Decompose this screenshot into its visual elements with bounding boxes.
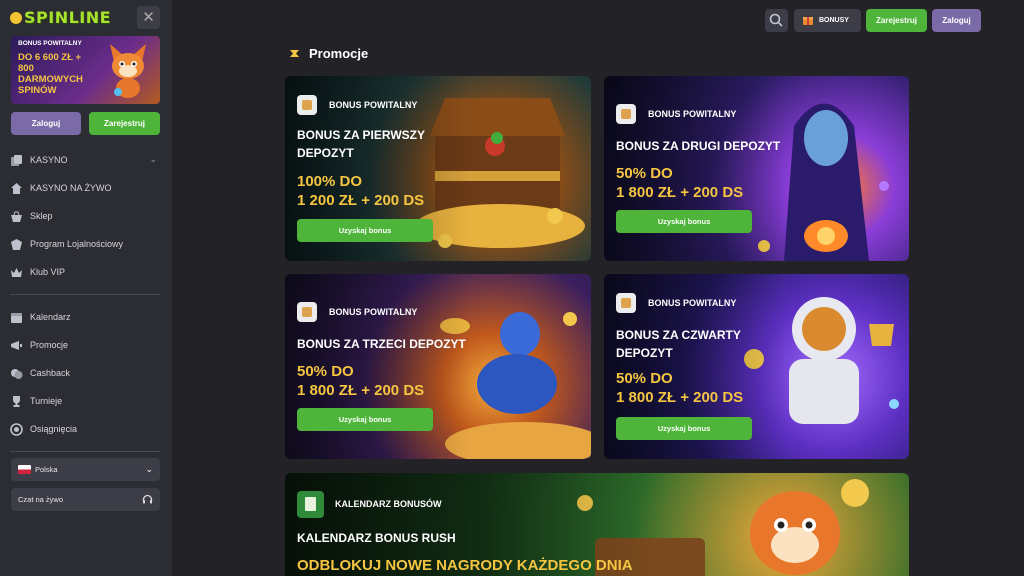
crown-icon: [11, 267, 22, 277]
sidebar-item-label: Klub VIP: [30, 267, 66, 277]
card-title: BONUS ZA TRZECI DEPOZYT: [297, 337, 466, 351]
fox-mascot-icon: [110, 44, 146, 98]
card-subtitle: ODBLOKUJ NOWE NAGRODY KAŻDEGO DNIA: [297, 557, 633, 574]
brand-logo[interactable]: SPINLINE: [10, 8, 111, 27]
sidebar-item-label: Sklep: [30, 211, 53, 221]
card-badge: BONUS POWITALNY: [329, 100, 418, 110]
sidebar-item-vip[interactable]: Klub VIP: [10, 258, 160, 286]
sidebar-divider: [10, 451, 160, 452]
sidebar-divider: [10, 294, 160, 295]
sidebar-item-promotions[interactable]: Promocje: [10, 331, 160, 359]
sidebar-item-achievements[interactable]: Osiągnięcia: [10, 415, 160, 443]
sidebar-register-button[interactable]: Zarejestruj: [89, 112, 160, 135]
sidebar-item-loyalty[interactable]: Program Lojalnościowy: [10, 230, 160, 258]
header-login-button[interactable]: Zaloguj: [932, 9, 981, 32]
promo-card: BONUS POWITALNY BONUS ZA DRUGI DEPOZYT 5…: [604, 76, 909, 261]
close-icon: ✕: [142, 9, 155, 26]
promo-card: BONUS POWITALNY BONUS ZA CZWARTY DEPOZYT…: [604, 274, 909, 459]
sidebar-item-live-casino[interactable]: KASYNO NA ŻYWO: [10, 174, 160, 202]
calendar-icon: [11, 312, 22, 323]
sidebar-item-label: Program Lojalnościowy: [30, 239, 124, 249]
card-badge: BONUS POWITALNY: [648, 298, 737, 308]
sidebar-auth: Zaloguj Zarejestruj: [11, 112, 160, 135]
promo-card: BONUS POWITALNY BONUS ZA TRZECI DEPOZYT …: [285, 274, 591, 459]
live-casino-icon: [11, 182, 22, 194]
language-select[interactable]: Polska ⌄: [11, 458, 160, 481]
sidebar-item-shop[interactable]: Sklep: [10, 202, 160, 230]
card-title: BONUS ZA DRUGI DEPOZYT: [616, 139, 781, 153]
chevron-down-icon: ⌄: [145, 464, 153, 474]
sidebar-item-label: Promocje: [30, 340, 69, 350]
card-amount-line2: 1 200 ZŁ + 200 DS: [297, 192, 425, 209]
get-bonus-button[interactable]: Uzyskaj bonus: [616, 210, 752, 233]
get-bonus-button[interactable]: Uzyskaj bonus: [297, 408, 433, 431]
gift-badge-icon: [616, 104, 636, 124]
card-amount-line1: 50% DO: [297, 363, 354, 380]
card-amount-line2: 1 800 ZŁ + 200 DS: [616, 184, 744, 201]
bonuses-label: BONUSY: [819, 17, 849, 24]
headset-icon: [142, 494, 153, 504]
sidebar-item-cashback[interactable]: Cashback: [10, 359, 160, 387]
search-button[interactable]: [765, 9, 788, 32]
sidebar-menu: KASYNO ⌄ KASYNO NA ŻYWO Sklep Program Lo…: [10, 146, 160, 460]
card-badge: KALENDARZ BONUSÓW: [335, 499, 442, 509]
achievements-icon: [10, 422, 23, 436]
get-bonus-button[interactable]: Uzyskaj bonus: [616, 417, 752, 440]
chevron-down-icon: ⌄: [149, 154, 157, 164]
promo-ticket-icon: [290, 50, 299, 57]
card-title: BONUS ZA PIERWSZY DEPOZYT: [297, 128, 425, 160]
sidebar-item-label: Osiągnięcia: [30, 424, 78, 434]
banner-offer: DO 6 600 ZŁ + 800 DARMOWYCH SPINÓW: [18, 52, 83, 96]
calendar-badge-icon: [297, 491, 324, 518]
live-chat-button[interactable]: Czat na żywo: [11, 488, 160, 511]
card-amount-line2: 1 800 ZŁ + 200 DS: [616, 389, 744, 406]
shop-icon: [11, 211, 22, 222]
card-amount-line1: 50% DO: [616, 370, 673, 387]
search-icon: [769, 13, 783, 27]
poland-flag-icon: [18, 465, 31, 474]
card-title: KALENDARZ BONUS RUSH: [297, 531, 456, 545]
gift-badge-icon: [297, 302, 317, 322]
close-sidebar-button[interactable]: ✕: [137, 6, 160, 29]
sidebar-item-label: Cashback: [30, 368, 71, 378]
bonus-calendar-card[interactable]: KALENDARZ BONUSÓW KALENDARZ BONUS RUSH O…: [285, 473, 909, 576]
card-amount-line2: 1 800 ZŁ + 200 DS: [297, 382, 425, 399]
sidebar-item-tournaments[interactable]: Turnieje: [10, 387, 160, 415]
language-label: Polska: [35, 465, 58, 474]
card-amount-line1: 50% DO: [616, 165, 673, 182]
sidebar-item-casino[interactable]: KASYNO ⌄: [10, 146, 160, 174]
cards-icon: [11, 154, 22, 166]
card-badge: BONUS POWITALNY: [329, 307, 418, 317]
cashback-icon: [11, 368, 23, 379]
card-badge: BONUS POWITALNY: [648, 109, 737, 119]
sidebar-item-label: Kalendarz: [30, 312, 71, 322]
sidebar: SPINLINE ✕ BONUS POWITALNY DO 6 600 ZŁ +…: [0, 0, 172, 576]
trophy-icon: [13, 395, 20, 407]
gift-badge-icon: [297, 95, 317, 115]
sidebar-item-label: KASYNO: [30, 155, 68, 165]
promo-icon: [11, 340, 22, 350]
bonuses-button[interactable]: BONUSY: [794, 9, 861, 32]
sidebar-item-label: Turnieje: [30, 396, 63, 406]
sidebar-item-calendar[interactable]: Kalendarz: [10, 303, 160, 331]
card-title: BONUS ZA CZWARTY DEPOZYT: [616, 328, 741, 360]
chat-label: Czat na żywo: [18, 495, 64, 504]
sidebar-login-button[interactable]: Zaloguj: [11, 112, 81, 135]
welcome-bonus-banner[interactable]: BONUS POWITALNY DO 6 600 ZŁ + 800 DARMOW…: [11, 36, 160, 104]
sidebar-item-label: KASYNO NA ŻYWO: [30, 183, 112, 193]
get-bonus-button[interactable]: Uzyskaj bonus: [297, 219, 433, 242]
header-register-button[interactable]: Zarejestruj: [866, 9, 927, 32]
page-title: Promocje: [289, 46, 368, 61]
loyalty-icon: [11, 238, 22, 250]
banner-heading: BONUS POWITALNY: [18, 40, 82, 47]
card-amount-line1: 100% DO: [297, 173, 363, 190]
gift-badge-icon: [616, 293, 636, 313]
promo-card: BONUS POWITALNY BONUS ZA PIERWSZY DEPOZY…: [285, 76, 591, 261]
gift-icon: [803, 17, 813, 25]
